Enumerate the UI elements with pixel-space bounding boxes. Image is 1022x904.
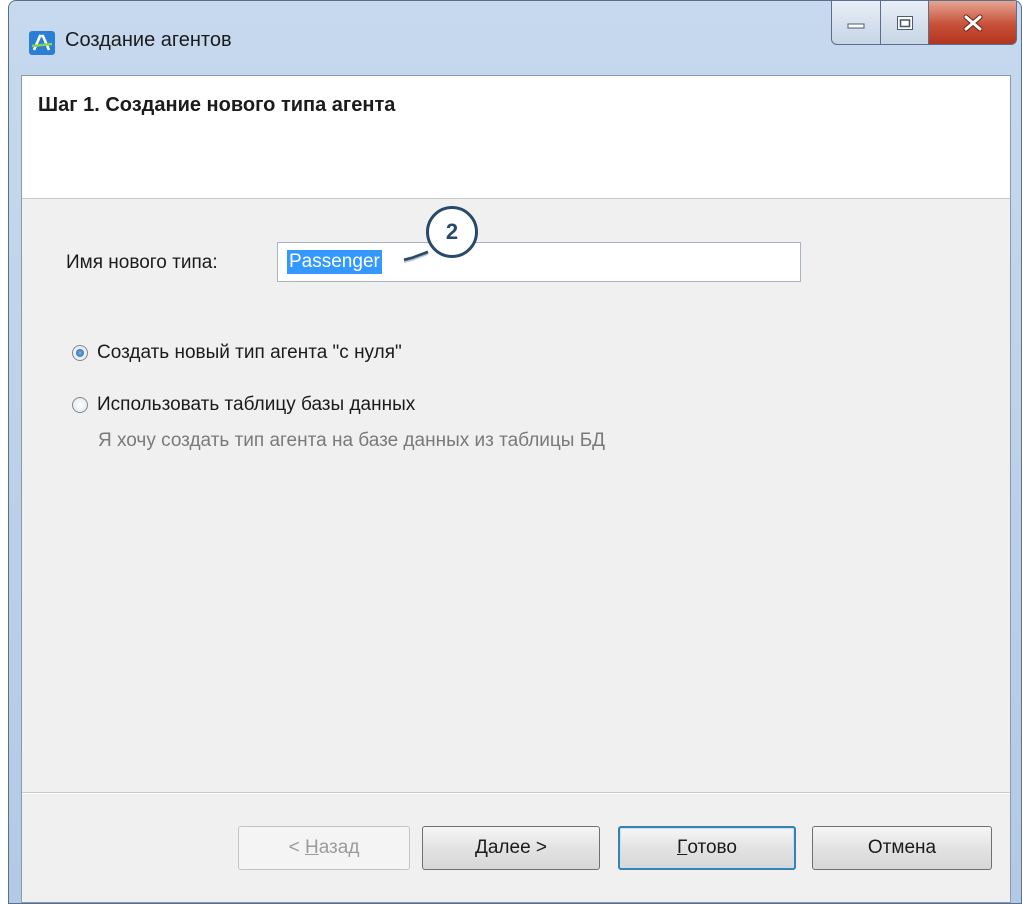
next-button-label: алее > (487, 837, 548, 858)
back-button-label: азад (318, 837, 360, 858)
finish-button[interactable]: Готово (618, 826, 796, 870)
footer-divider (22, 792, 1010, 794)
type-name-value: Passenger (287, 250, 382, 274)
database-option-hint: Я хочу создать тип агента на базе данных… (98, 430, 606, 451)
finish-button-label: отово (687, 837, 737, 858)
close-icon (963, 14, 982, 31)
minimize-icon (847, 23, 865, 28)
finish-button-mnemonic: Г (677, 837, 688, 858)
caption-buttons (831, 1, 1017, 47)
back-button-prefix: < (288, 837, 305, 858)
radio-unchecked-icon[interactable] (72, 397, 88, 413)
title-bar[interactable]: Создание агентов (9, 1, 1021, 75)
wizard-header: Шаг 1. Создание нового типа агента (22, 76, 1010, 199)
window-title: Создание агентов (65, 29, 232, 51)
cancel-button[interactable]: Отмена (812, 826, 992, 870)
next-button-mnemonic: Д (474, 837, 488, 858)
radio-create-from-scratch[interactable]: Создать новый тип агента "с нуля" (72, 342, 402, 364)
type-name-label: Имя нового типа: (66, 252, 218, 273)
radio-checked-icon[interactable] (72, 345, 88, 361)
maximize-button[interactable] (881, 1, 929, 45)
anylogic-logo-icon (29, 31, 55, 55)
close-button[interactable] (929, 1, 1017, 45)
next-button[interactable]: Далее > (422, 826, 600, 870)
back-button[interactable]: < Назад (238, 826, 410, 870)
back-button-mnemonic: Н (304, 837, 319, 858)
step-callout-badge: 2 (426, 206, 478, 258)
minimize-button[interactable] (831, 1, 881, 45)
maximize-icon (896, 15, 913, 30)
step-title: Шаг 1. Создание нового типа агента (38, 94, 396, 116)
dialog-window: Создание агентов Шаг 1. Создание нового … (8, 0, 1022, 904)
radio-use-database-table[interactable]: Использовать таблицу базы данных (72, 394, 415, 416)
dialog-client-area: Шаг 1. Создание нового типа агента Имя н… (21, 75, 1011, 903)
radio-create-from-scratch-label: Создать новый тип агента "с нуля" (97, 342, 402, 363)
radio-use-database-table-label: Использовать таблицу базы данных (97, 394, 416, 415)
type-name-input[interactable]: Passenger (277, 242, 801, 282)
